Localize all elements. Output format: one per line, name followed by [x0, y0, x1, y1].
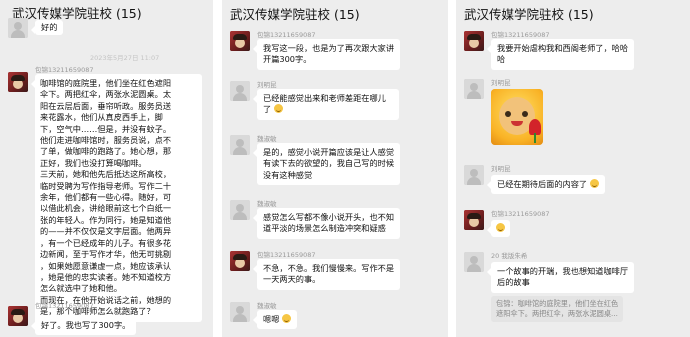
- avatar[interactable]: [8, 306, 28, 326]
- avatar[interactable]: [464, 252, 484, 272]
- avatar[interactable]: [230, 31, 250, 51]
- message-bubble[interactable]: 是的，感觉小说开篇应该是让人感觉 有读下去的欲望的，我自己写的时候 没有这种感觉: [252, 143, 401, 186]
- message-line: 一天两天的事。: [263, 274, 321, 285]
- message-bubble[interactable]: 好的: [30, 20, 64, 36]
- chat-panel-2: 武汉传媒学院驻校 (15) 包锦13211659087 我写这一段，也是为了再次…: [222, 0, 448, 337]
- message-line: 来花露水，他们从真皮西手上，脚: [40, 112, 163, 123]
- avatar[interactable]: [230, 200, 250, 220]
- message-line: 是的，感觉小说开篇应该是让人感觉: [263, 147, 395, 157]
- avatar[interactable]: [464, 79, 484, 99]
- avatar[interactable]: [464, 165, 484, 185]
- sender-name: 包锦13211659087: [257, 251, 316, 259]
- message-line: 的——并不仅仅是文字层面。他两异: [40, 226, 172, 237]
- message-line: ，她是他的忠实读者。她不知道校方: [40, 271, 172, 282]
- thinking-emoji-icon: [273, 104, 283, 114]
- message-line: 临时受聘为写作指导老师。写作二十: [40, 180, 172, 191]
- sender-name: 20 我版朱希: [491, 252, 528, 260]
- avatar[interactable]: [230, 251, 250, 271]
- message-line: 了单，做咖啡的跑路了。她心想，那: [40, 146, 172, 157]
- sender-name: 包锦13211659087: [35, 66, 94, 74]
- sender-name: 包锦13211659087: [35, 302, 94, 310]
- message-bubble[interactable]: 感觉怎么写都不像小说开头，也不知 道平淡的场景怎么制造冲突和疑惑: [252, 208, 401, 239]
- sender-name: 魏淑敏: [257, 302, 277, 310]
- group-title: 武汉传媒学院驻校 (15): [230, 7, 360, 22]
- message-bubble[interactable]: 好了。我也写了300字。: [30, 316, 137, 336]
- chat-panel-1: 武汉传媒学院驻校 (15) 好的 2023年5月27日 11:07 包锦1321…: [0, 0, 213, 337]
- message-line: 一个故事的开端，我也想知道咖啡厅: [497, 266, 629, 276]
- sender-name: 包锦13211659087: [491, 31, 550, 39]
- chat-panel-3: 武汉传媒学院驻校 (15) 包锦13211659087 我要开始虐构我和西阁老师…: [456, 0, 690, 337]
- avatar[interactable]: [230, 81, 250, 101]
- chat-header: 武汉传媒学院驻校 (15): [456, 0, 690, 22]
- thinking-emoji-icon: [496, 223, 505, 232]
- sticker-image-icon[interactable]: [491, 89, 543, 145]
- message-line: 开篇300字。: [263, 54, 312, 65]
- avatar[interactable]: [464, 31, 484, 51]
- sender-name: 刘明昆: [257, 81, 277, 89]
- message-bubble[interactable]: [487, 220, 510, 238]
- avatar[interactable]: [8, 72, 28, 92]
- message-bubble[interactable]: 嗯嗯: [253, 310, 297, 330]
- message-bubble[interactable]: 已经能感觉出来和老师差距在哪儿了: [253, 89, 399, 120]
- smile-emoji-icon: [282, 314, 291, 323]
- message-line: 三天前，她和他先后抵达这所高校，: [40, 169, 172, 180]
- timestamp: 2023年5月27日 11:07: [90, 54, 160, 62]
- avatar[interactable]: [230, 135, 250, 155]
- message-line: 下，空气中……但是，并没有蚊子。: [40, 123, 172, 134]
- message-line: 没有这种感觉: [263, 169, 313, 180]
- message-line: 不急，不急。我们慢慢来。写作不是: [263, 263, 395, 273]
- sender-name: 刘明昆: [491, 79, 511, 87]
- message-bubble[interactable]: 已经在期待后面的内容了: [487, 175, 605, 195]
- sender-name: 包锦13211659087: [257, 31, 316, 39]
- message-line: 有读下去的欲望的，我自己写的时候: [263, 158, 395, 169]
- message-line: 咖啡馆的庭院里，他们坐在红色遮阳: [40, 78, 172, 88]
- message-line: 伞下。两把红伞，两张水泥圆桌。太: [40, 89, 172, 100]
- quote-line: 包锦：咖啡馆的庭院里，他们坐在红色: [496, 299, 619, 308]
- message[interactable]: 好的: [8, 16, 207, 38]
- avatar[interactable]: [464, 210, 484, 230]
- message-line: 边新闻，至于写作才华，他无可挑剔: [40, 249, 172, 260]
- quoted-message[interactable]: 包锦：咖啡馆的庭院里，他们坐在红色 遮阳伞下。两把红伞，两张水泥圆桌...: [491, 296, 624, 323]
- message-line: 我写这一段，也是为了再次跟大家讲: [263, 43, 395, 53]
- quote-line: 遮阳伞下。两把红伞，两张水泥圆桌...: [496, 309, 618, 319]
- message-bubble[interactable]: 不急，不急。我们慢慢来。写作不是 一天两天的事。: [252, 259, 401, 290]
- message-line: ，如果她愿意谦虚一点，她应该承认: [40, 260, 172, 271]
- message-bubble[interactable]: 我写这一段，也是为了再次跟大家讲 开篇300字。: [252, 39, 401, 70]
- message-line: 阳在云层后面，垂帘听政。服务员送: [40, 100, 172, 111]
- avatar[interactable]: [8, 18, 28, 38]
- message-line: 我要开始虐构我和西阁老师了，哈哈: [497, 43, 629, 53]
- message-line: 怎么就选中了她和他。: [40, 283, 122, 294]
- message-text: 嗯嗯: [263, 314, 280, 324]
- message-line: 他们走进咖啡馆时，服务员说，点不: [40, 135, 172, 146]
- message-line: 以借此机会，讲给眼前这七个白纸一: [40, 203, 172, 214]
- message-bubble[interactable]: 一个故事的开端，我也想知道咖啡厅 后的故事: [486, 262, 635, 293]
- message-line: 哈: [497, 54, 506, 65]
- smile-emoji-icon: [589, 179, 599, 188]
- sender-name: 魏淑敏: [257, 135, 277, 143]
- message-text: 已经在期待后面的内容了: [497, 179, 588, 189]
- avatar[interactable]: [230, 302, 250, 322]
- message-line: 后的故事: [497, 277, 530, 288]
- group-title: 武汉传媒学院驻校 (15): [464, 7, 594, 22]
- message-bubble[interactable]: 我要开始虐构我和西阁老师了，哈哈 哈: [486, 39, 635, 70]
- sender-name: 刘明昆: [491, 165, 511, 173]
- message-bubble[interactable]: 咖啡馆的庭院里，他们坐在红色遮阳 伞下。两把红伞，两张水泥圆桌。太 阳在云层后面…: [31, 74, 202, 322]
- sender-name: 魏淑敏: [257, 200, 277, 208]
- sender-name: 包锦13211659087: [491, 210, 550, 218]
- message-line: 正好，我们也没打算喝咖啡。: [40, 157, 147, 168]
- message-line: ，有一个已经成年的儿子。有很多花: [40, 237, 172, 248]
- chat-header: 武汉传媒学院驻校 (15): [222, 0, 448, 22]
- message-line: 余年，他们都有一些心得。随好，可: [40, 192, 172, 203]
- message-line: 道平淡的场景怎么制造冲突和疑惑: [263, 223, 386, 234]
- message-line: 张的年轻人。作为同行，她是知道他: [40, 214, 172, 225]
- message-line: 感觉怎么写都不像小说开头，也不知: [263, 212, 395, 222]
